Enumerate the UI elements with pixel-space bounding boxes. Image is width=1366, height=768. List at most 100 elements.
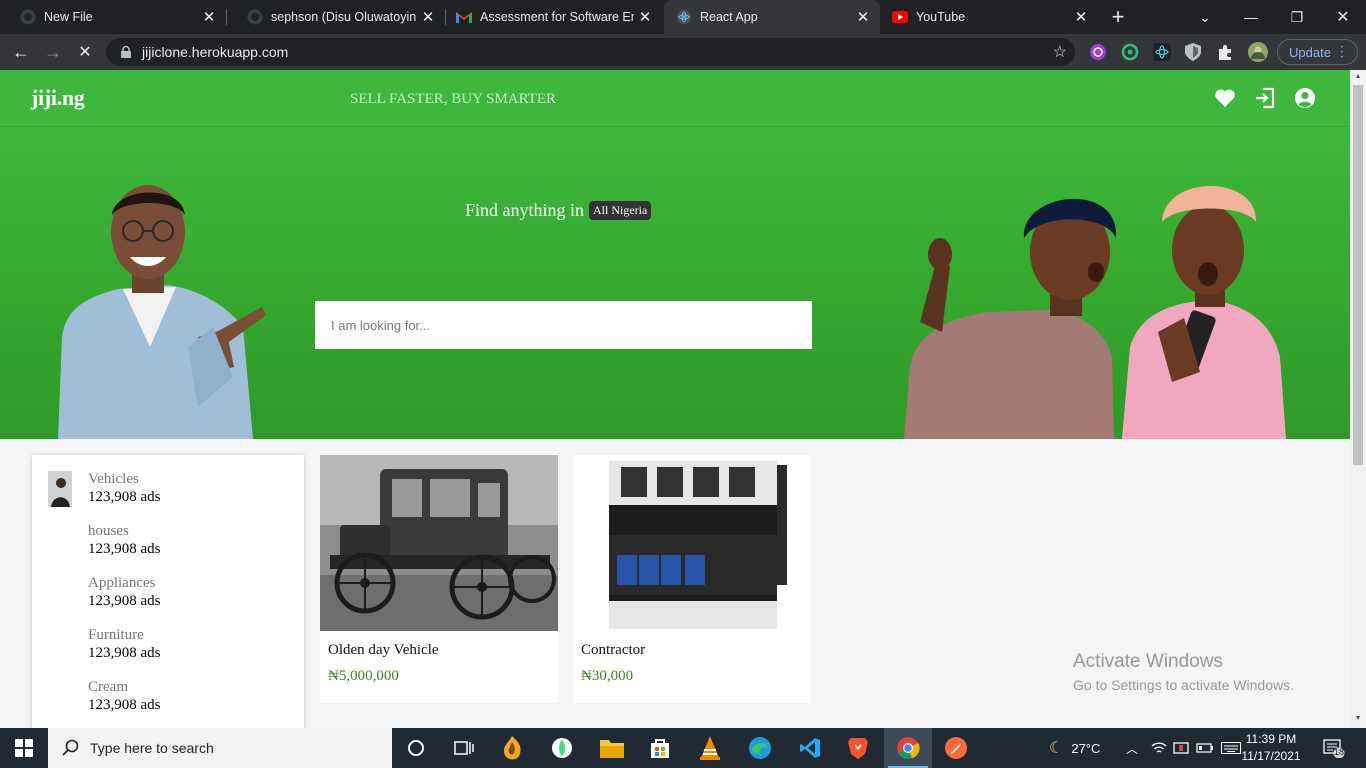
scroll-up-icon[interactable]: ▲ xyxy=(1354,73,1362,81)
category-count: 123,908 ads xyxy=(88,593,161,609)
close-icon[interactable]: ✕ xyxy=(634,6,656,28)
github-icon xyxy=(247,9,263,25)
find-anything-heading: Find anything in All Nigeria xyxy=(465,200,652,221)
edge-icon[interactable] xyxy=(736,728,784,768)
postman-icon[interactable] xyxy=(932,728,980,768)
github-icon xyxy=(20,9,36,25)
hero-banner: Find anything in All Nigeria xyxy=(0,127,1350,439)
menu-dots-icon: ⋮ xyxy=(1335,43,1349,59)
contactor-image xyxy=(573,455,811,631)
shield-extension-icon[interactable] xyxy=(1183,42,1203,62)
taskbar-search-placeholder: Type here to search xyxy=(90,740,214,756)
url-text: jijiclone.herokuapp.com xyxy=(142,44,289,60)
forward-icon[interactable]: → xyxy=(40,39,66,65)
sign-in-icon[interactable] xyxy=(1253,86,1277,110)
tab-title: YouTube xyxy=(916,10,966,24)
scroll-down-icon[interactable]: ▼ xyxy=(1354,715,1362,723)
user-circle-icon[interactable] xyxy=(1293,86,1317,110)
category-item-vehicles[interactable]: Vehicles 123,908 ads xyxy=(88,471,161,506)
category-item-appliances[interactable]: Appliances 123,908 ads xyxy=(88,575,161,610)
restore-icon[interactable]: ❐ xyxy=(1274,0,1320,34)
update-button[interactable]: Update ⋮ xyxy=(1277,39,1358,65)
listing-card[interactable]: Olden day Vehicle ₦5,000,000 xyxy=(320,455,558,703)
extension-purple-icon[interactable] xyxy=(1088,42,1108,62)
excited-women-image xyxy=(904,186,1286,439)
search-input[interactable] xyxy=(315,301,812,349)
browser-tab-strip: New File ✕ sephson (Disu Oluwatoyin Jo ✕… xyxy=(0,0,1366,34)
minimize-icon[interactable]: — xyxy=(1228,0,1274,34)
tab-gmail[interactable]: Assessment for Software Eng ✕ xyxy=(446,0,662,34)
listing-title[interactable]: Contractor xyxy=(581,642,645,659)
task-view-icon[interactable] xyxy=(440,728,488,768)
close-icon[interactable]: ✕ xyxy=(852,6,874,28)
close-icon[interactable]: ✕ xyxy=(417,6,439,28)
store-icon[interactable] xyxy=(636,728,684,768)
windows-taskbar: Type here to search ☾ 27°C ︿ 11:39 PM 11… xyxy=(0,728,1366,768)
category-name: Furniture xyxy=(88,627,144,643)
file-explorer-icon[interactable] xyxy=(588,728,636,768)
tab-new-file[interactable]: New File ✕ xyxy=(0,0,226,34)
network-warning-icon[interactable] xyxy=(1173,728,1189,768)
stop-loading-icon[interactable]: ✕ xyxy=(72,39,98,65)
lock-icon[interactable] xyxy=(118,44,134,60)
listing-card[interactable]: Contractor ₦30,000 xyxy=(573,455,811,703)
tab-youtube[interactable]: YouTube ✕ xyxy=(880,0,1098,34)
chrome-icon[interactable] xyxy=(884,728,932,768)
brave-icon[interactable] xyxy=(834,728,882,768)
window-close-icon[interactable]: ✕ xyxy=(1320,0,1366,34)
extensions-puzzle-icon[interactable] xyxy=(1215,42,1235,62)
vscode-icon[interactable] xyxy=(786,728,834,768)
watermark-title: Activate Windows xyxy=(1073,651,1223,672)
category-name: houses xyxy=(88,523,129,539)
category-item-houses[interactable]: houses 123,908 ads xyxy=(88,523,161,558)
tab-github-profile[interactable]: sephson (Disu Oluwatoyin Jo ✕ xyxy=(227,0,445,34)
android-studio-icon[interactable] xyxy=(538,728,586,768)
taskbar-search-box[interactable]: Type here to search xyxy=(48,728,392,768)
address-bar[interactable]: jijiclone.herokuapp.com ☆ xyxy=(106,38,1075,66)
category-list: Vehicles 123,908 ads houses 123,908 ads … xyxy=(32,455,304,728)
tab-react-app[interactable]: React App ✕ xyxy=(664,0,880,34)
weather-widget[interactable]: ☾ 27°C xyxy=(1049,728,1100,768)
find-text: Find anything in xyxy=(465,200,585,220)
tab-search-chevron-icon[interactable]: ⌄ xyxy=(1182,0,1228,34)
notification-center-icon[interactable]: 18 xyxy=(1323,728,1345,768)
react-devtools-icon[interactable] xyxy=(1152,42,1172,62)
tab-title: React App xyxy=(700,10,758,24)
listing-title[interactable]: Olden day Vehicle xyxy=(328,642,439,659)
category-name: Vehicles xyxy=(88,471,139,487)
location-selector[interactable]: All Nigeria xyxy=(589,201,652,220)
extension-green-icon[interactable] xyxy=(1120,42,1140,62)
smiling-man-image xyxy=(58,185,266,439)
scrollbar-thumb[interactable] xyxy=(1353,85,1363,465)
site-logo[interactable]: jiji.ng xyxy=(31,85,85,111)
category-count: 123,908 ads xyxy=(88,489,161,505)
category-name: Appliances xyxy=(88,575,156,591)
close-icon[interactable]: ✕ xyxy=(1070,6,1092,28)
page-scrollbar[interactable]: ▲ ▼ xyxy=(1350,70,1366,728)
heart-icon[interactable] xyxy=(1213,86,1237,110)
moon-icon: ☾ xyxy=(1049,740,1064,757)
category-count: 123,908 ads xyxy=(88,541,161,557)
notification-count: 18 xyxy=(1333,747,1344,757)
close-icon[interactable]: ✕ xyxy=(198,6,220,28)
battery-icon[interactable] xyxy=(1196,728,1214,768)
tab-title: Assessment for Software Eng xyxy=(480,10,634,24)
tab-title: sephson (Disu Oluwatoyin Jo xyxy=(271,10,417,24)
wifi-icon[interactable] xyxy=(1151,728,1167,768)
show-hidden-icons-chevron-icon[interactable]: ︿ xyxy=(1126,728,1138,768)
fl-studio-icon[interactable] xyxy=(488,728,536,768)
windows-start-icon[interactable] xyxy=(0,728,48,768)
system-clock[interactable]: 11:39 PM 11/17/2021 xyxy=(1236,731,1306,765)
new-tab-button[interactable]: + xyxy=(1106,4,1130,29)
category-count: 123,908 ads xyxy=(88,697,161,713)
site-header: jiji.ng SELL FASTER, BUY SMARTER xyxy=(0,70,1350,127)
category-item-cream[interactable]: Cream 123,908 ads xyxy=(88,679,161,714)
bookmark-star-icon[interactable]: ☆ xyxy=(1053,42,1067,62)
profile-avatar-icon[interactable] xyxy=(1248,42,1268,62)
category-count: 123,908 ads xyxy=(88,645,161,661)
page-viewport: jiji.ng SELL FASTER, BUY SMARTER Find an… xyxy=(0,70,1350,728)
cortana-icon[interactable] xyxy=(392,728,440,768)
category-item-furniture[interactable]: Furniture 123,908 ads xyxy=(88,627,161,662)
vlc-icon[interactable] xyxy=(686,728,734,768)
back-icon[interactable]: ← xyxy=(8,39,34,65)
